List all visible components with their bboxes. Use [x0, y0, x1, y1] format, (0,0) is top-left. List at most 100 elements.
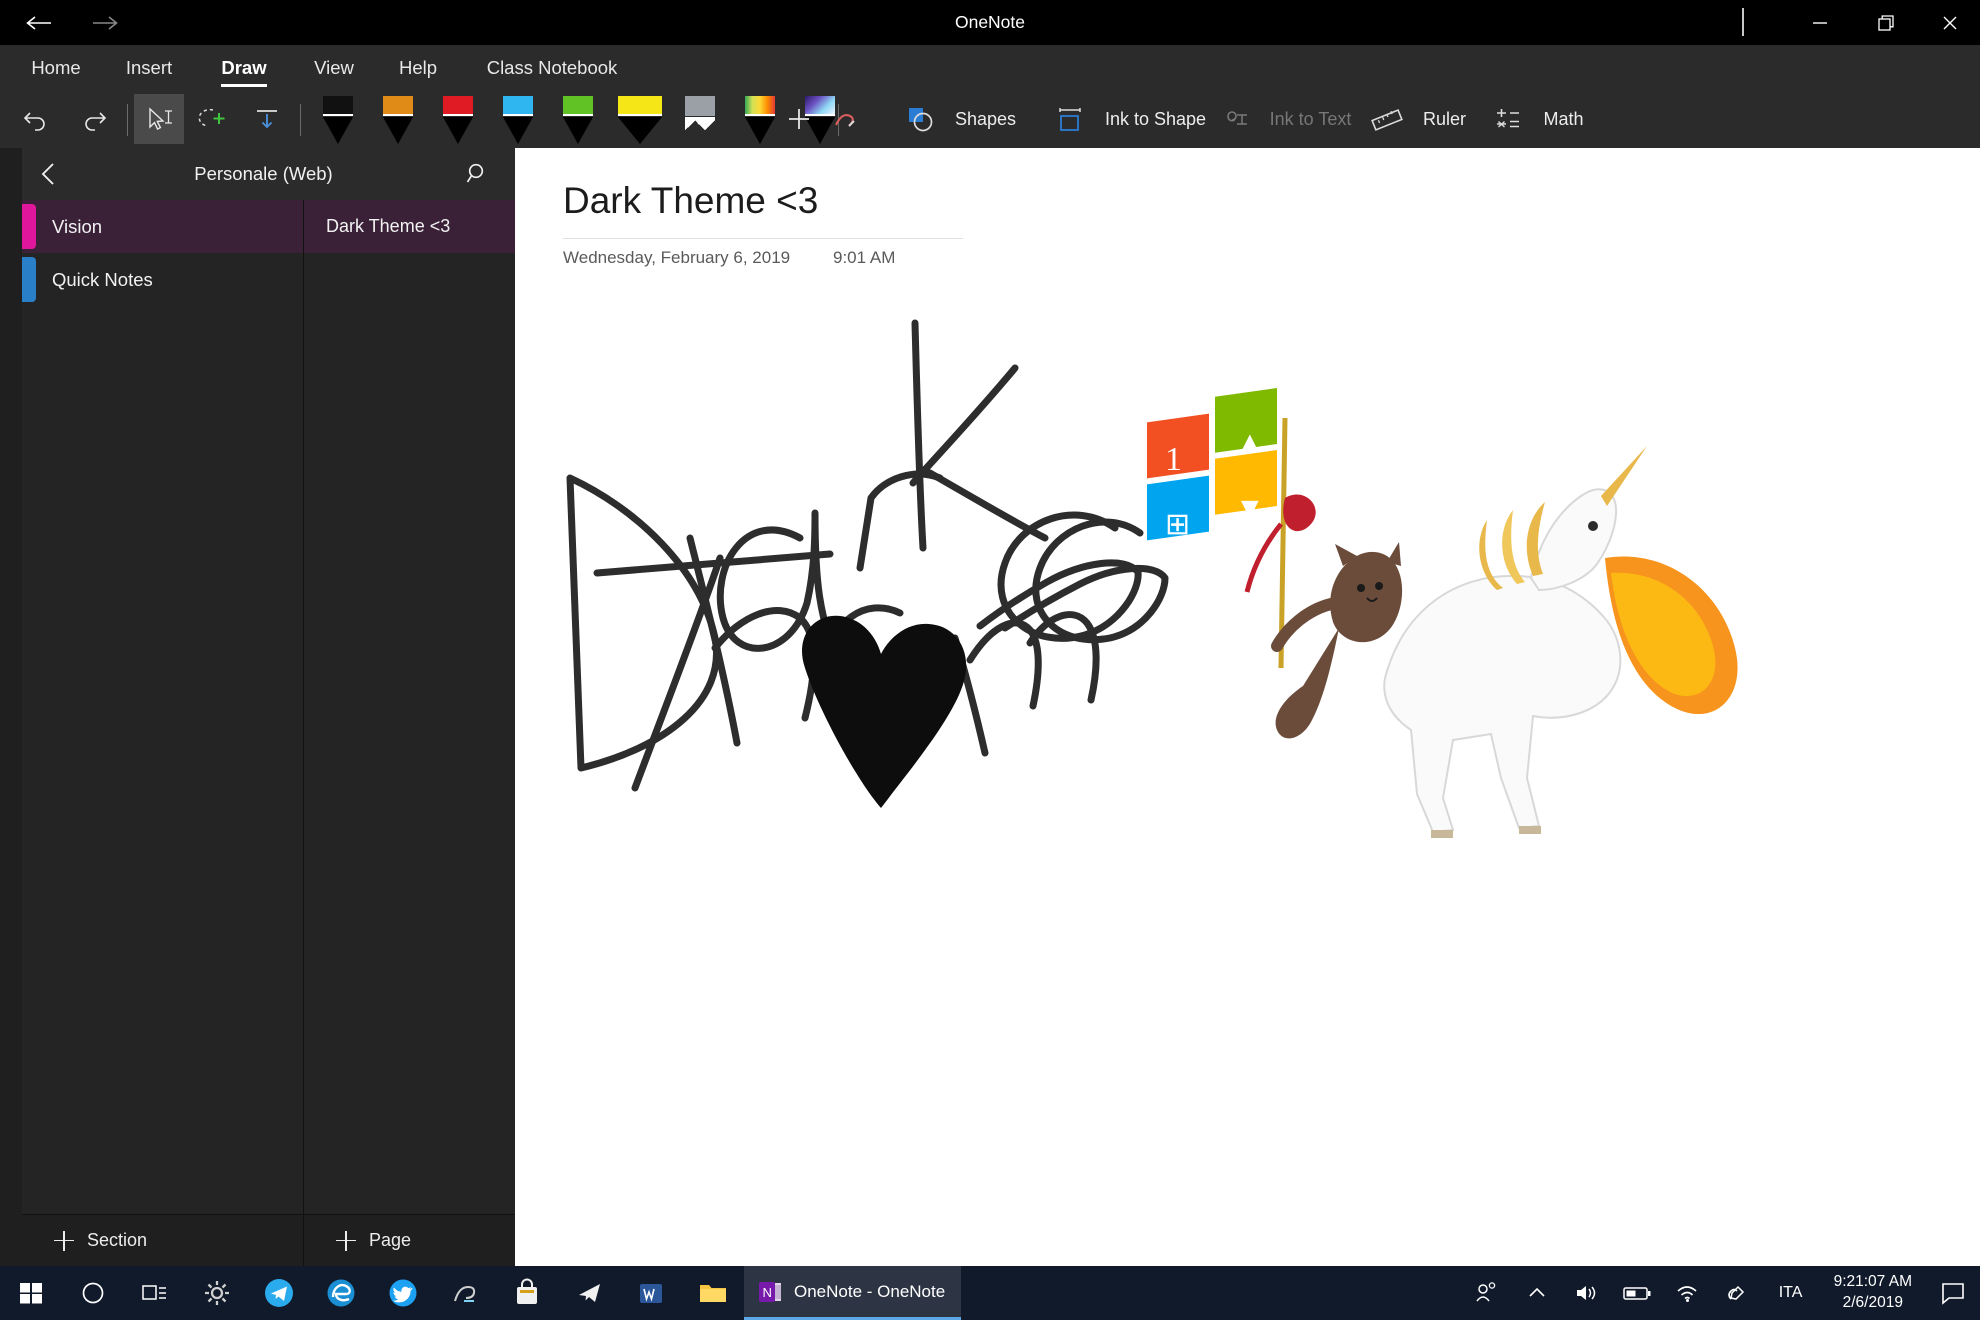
- telegram-icon[interactable]: [248, 1266, 310, 1320]
- taskbar-item-onenote[interactable]: N OneNote - OneNote: [744, 1266, 961, 1320]
- pen-red-body: [443, 117, 473, 144]
- redo-icon: [79, 106, 109, 132]
- volume-icon[interactable]: [1562, 1266, 1612, 1320]
- math-label: Math: [1543, 109, 1583, 130]
- shapes-icon: [904, 104, 936, 134]
- ruler-icon: [1370, 104, 1404, 134]
- plus-icon: [782, 102, 816, 136]
- search-button[interactable]: [451, 148, 505, 200]
- onenote-icon: N: [757, 1279, 783, 1305]
- forward-button[interactable]: [76, 0, 134, 45]
- people-icon[interactable]: [1462, 1266, 1512, 1320]
- tab-help-label: Help: [399, 57, 437, 78]
- pen-black[interactable]: [316, 96, 360, 144]
- pen-orange[interactable]: [376, 96, 420, 144]
- paint3d-icon[interactable]: [434, 1266, 496, 1320]
- page-label: Dark Theme <3: [326, 216, 450, 237]
- insert-space-icon: [251, 105, 283, 133]
- list-item[interactable]: Dark Theme <3: [304, 200, 515, 253]
- cortana-icon[interactable]: [62, 1266, 124, 1320]
- black-heart-drawing: [802, 616, 966, 808]
- pen-workspace-icon[interactable]: [1712, 1266, 1762, 1320]
- show-hidden-icons-icon[interactable]: [1512, 1266, 1562, 1320]
- taskbar-onenote-label: OneNote - OneNote: [794, 1282, 945, 1302]
- math-button[interactable]: Math: [1472, 94, 1604, 144]
- svg-text:N: N: [763, 1285, 772, 1300]
- windows-start-icon: [18, 1280, 44, 1306]
- pen-green[interactable]: [556, 96, 600, 144]
- explorer-icon[interactable]: [682, 1266, 744, 1320]
- section-list: Vision Quick Notes: [22, 200, 304, 1214]
- chevron-left-icon: [38, 160, 60, 188]
- back-button[interactable]: [10, 0, 68, 45]
- page-list: Dark Theme <3: [304, 200, 515, 1214]
- note-canvas[interactable]: Dark Theme <3 Wednesday, February 6, 201…: [515, 148, 1980, 1266]
- maximize-restore-button[interactable]: [1854, 0, 1918, 45]
- minimize-button[interactable]: [1788, 0, 1852, 45]
- tab-insert[interactable]: Insert: [110, 45, 188, 90]
- pencil-grey-tip: [685, 96, 715, 116]
- sidebar-item-vision[interactable]: Vision: [22, 200, 303, 253]
- windows-start-button[interactable]: [0, 1266, 62, 1320]
- mail-icon[interactable]: [558, 1266, 620, 1320]
- wifi-icon[interactable]: [1662, 1266, 1712, 1320]
- clock-time: 9:21:07 AM: [1834, 1272, 1912, 1293]
- taskbar-clock[interactable]: 9:21:07 AM 2/6/2019: [1820, 1272, 1926, 1314]
- pen-red-tip: [443, 96, 473, 116]
- ink-to-text-label: Ink to Text: [1270, 109, 1352, 130]
- pen-blue-body: [503, 117, 533, 144]
- forward-arrow-icon: [90, 13, 120, 33]
- language-label: ITA: [1779, 1284, 1803, 1302]
- add-page-button[interactable]: Page: [304, 1214, 515, 1266]
- twitter-icon[interactable]: [372, 1266, 434, 1320]
- tab-class-notebook[interactable]: Class Notebook: [464, 45, 640, 90]
- insert-space-button[interactable]: [242, 94, 292, 144]
- shapes-button[interactable]: Shapes: [884, 94, 1036, 144]
- notebook-header: Personale (Web): [22, 148, 515, 200]
- unicorn-cat-windows-flag-clipart: 1 ▲ ⊞ ▼: [1135, 378, 1755, 838]
- highlighter-yellow[interactable]: [612, 96, 668, 144]
- edge-icon[interactable]: [310, 1266, 372, 1320]
- ruler-button[interactable]: Ruler: [1350, 94, 1486, 144]
- pen-blue[interactable]: [496, 96, 540, 144]
- eraser-button[interactable]: [818, 94, 876, 144]
- pen-orange-body: [383, 117, 413, 144]
- add-section-button[interactable]: Section: [22, 1214, 304, 1266]
- eraser-icon: [829, 103, 865, 135]
- app-title: OneNote: [0, 0, 1980, 45]
- highlighter-yellow-body: [618, 117, 662, 144]
- battery-icon[interactable]: [1612, 1266, 1662, 1320]
- close-button[interactable]: [1918, 0, 1980, 45]
- notebook-back-button[interactable]: [22, 148, 76, 200]
- search-icon: [465, 161, 491, 187]
- ink-to-text-icon: [1219, 104, 1251, 134]
- plus-icon: [54, 1231, 74, 1251]
- math-icon: [1492, 104, 1524, 134]
- redo-button[interactable]: [70, 94, 118, 144]
- add-page-label: Page: [369, 1230, 411, 1251]
- navigation-pane: Personale (Web) Vision Quick Notes Dark …: [0, 148, 515, 1266]
- language-indicator[interactable]: ITA: [1762, 1266, 1820, 1320]
- tab-insert-label: Insert: [126, 57, 172, 78]
- task-view-icon[interactable]: [124, 1266, 186, 1320]
- ribbon-tab-bar: Home Insert Draw View Help Class Noteboo…: [0, 45, 1980, 90]
- action-center-icon[interactable]: [1926, 1266, 1980, 1320]
- store-icon[interactable]: [496, 1266, 558, 1320]
- tab-home[interactable]: Home: [18, 45, 94, 90]
- word-icon[interactable]: [620, 1266, 682, 1320]
- undo-icon: [21, 106, 51, 132]
- lasso-select-button[interactable]: [188, 94, 238, 144]
- tab-view[interactable]: View: [298, 45, 370, 90]
- highlighter-yellow-tip: [618, 96, 662, 116]
- settings-icon[interactable]: [186, 1266, 248, 1320]
- back-arrow-icon: [24, 13, 54, 33]
- notebook-title: Personale (Web): [76, 163, 451, 185]
- select-ink-button[interactable]: [134, 94, 184, 144]
- shapes-label: Shapes: [955, 109, 1016, 130]
- undo-button[interactable]: [12, 94, 60, 144]
- pen-red[interactable]: [436, 96, 480, 144]
- tab-draw[interactable]: Draw: [204, 45, 284, 90]
- tab-help[interactable]: Help: [384, 45, 452, 90]
- sidebar-item-quick-notes[interactable]: Quick Notes: [22, 253, 303, 306]
- pencil-grey[interactable]: [678, 96, 722, 144]
